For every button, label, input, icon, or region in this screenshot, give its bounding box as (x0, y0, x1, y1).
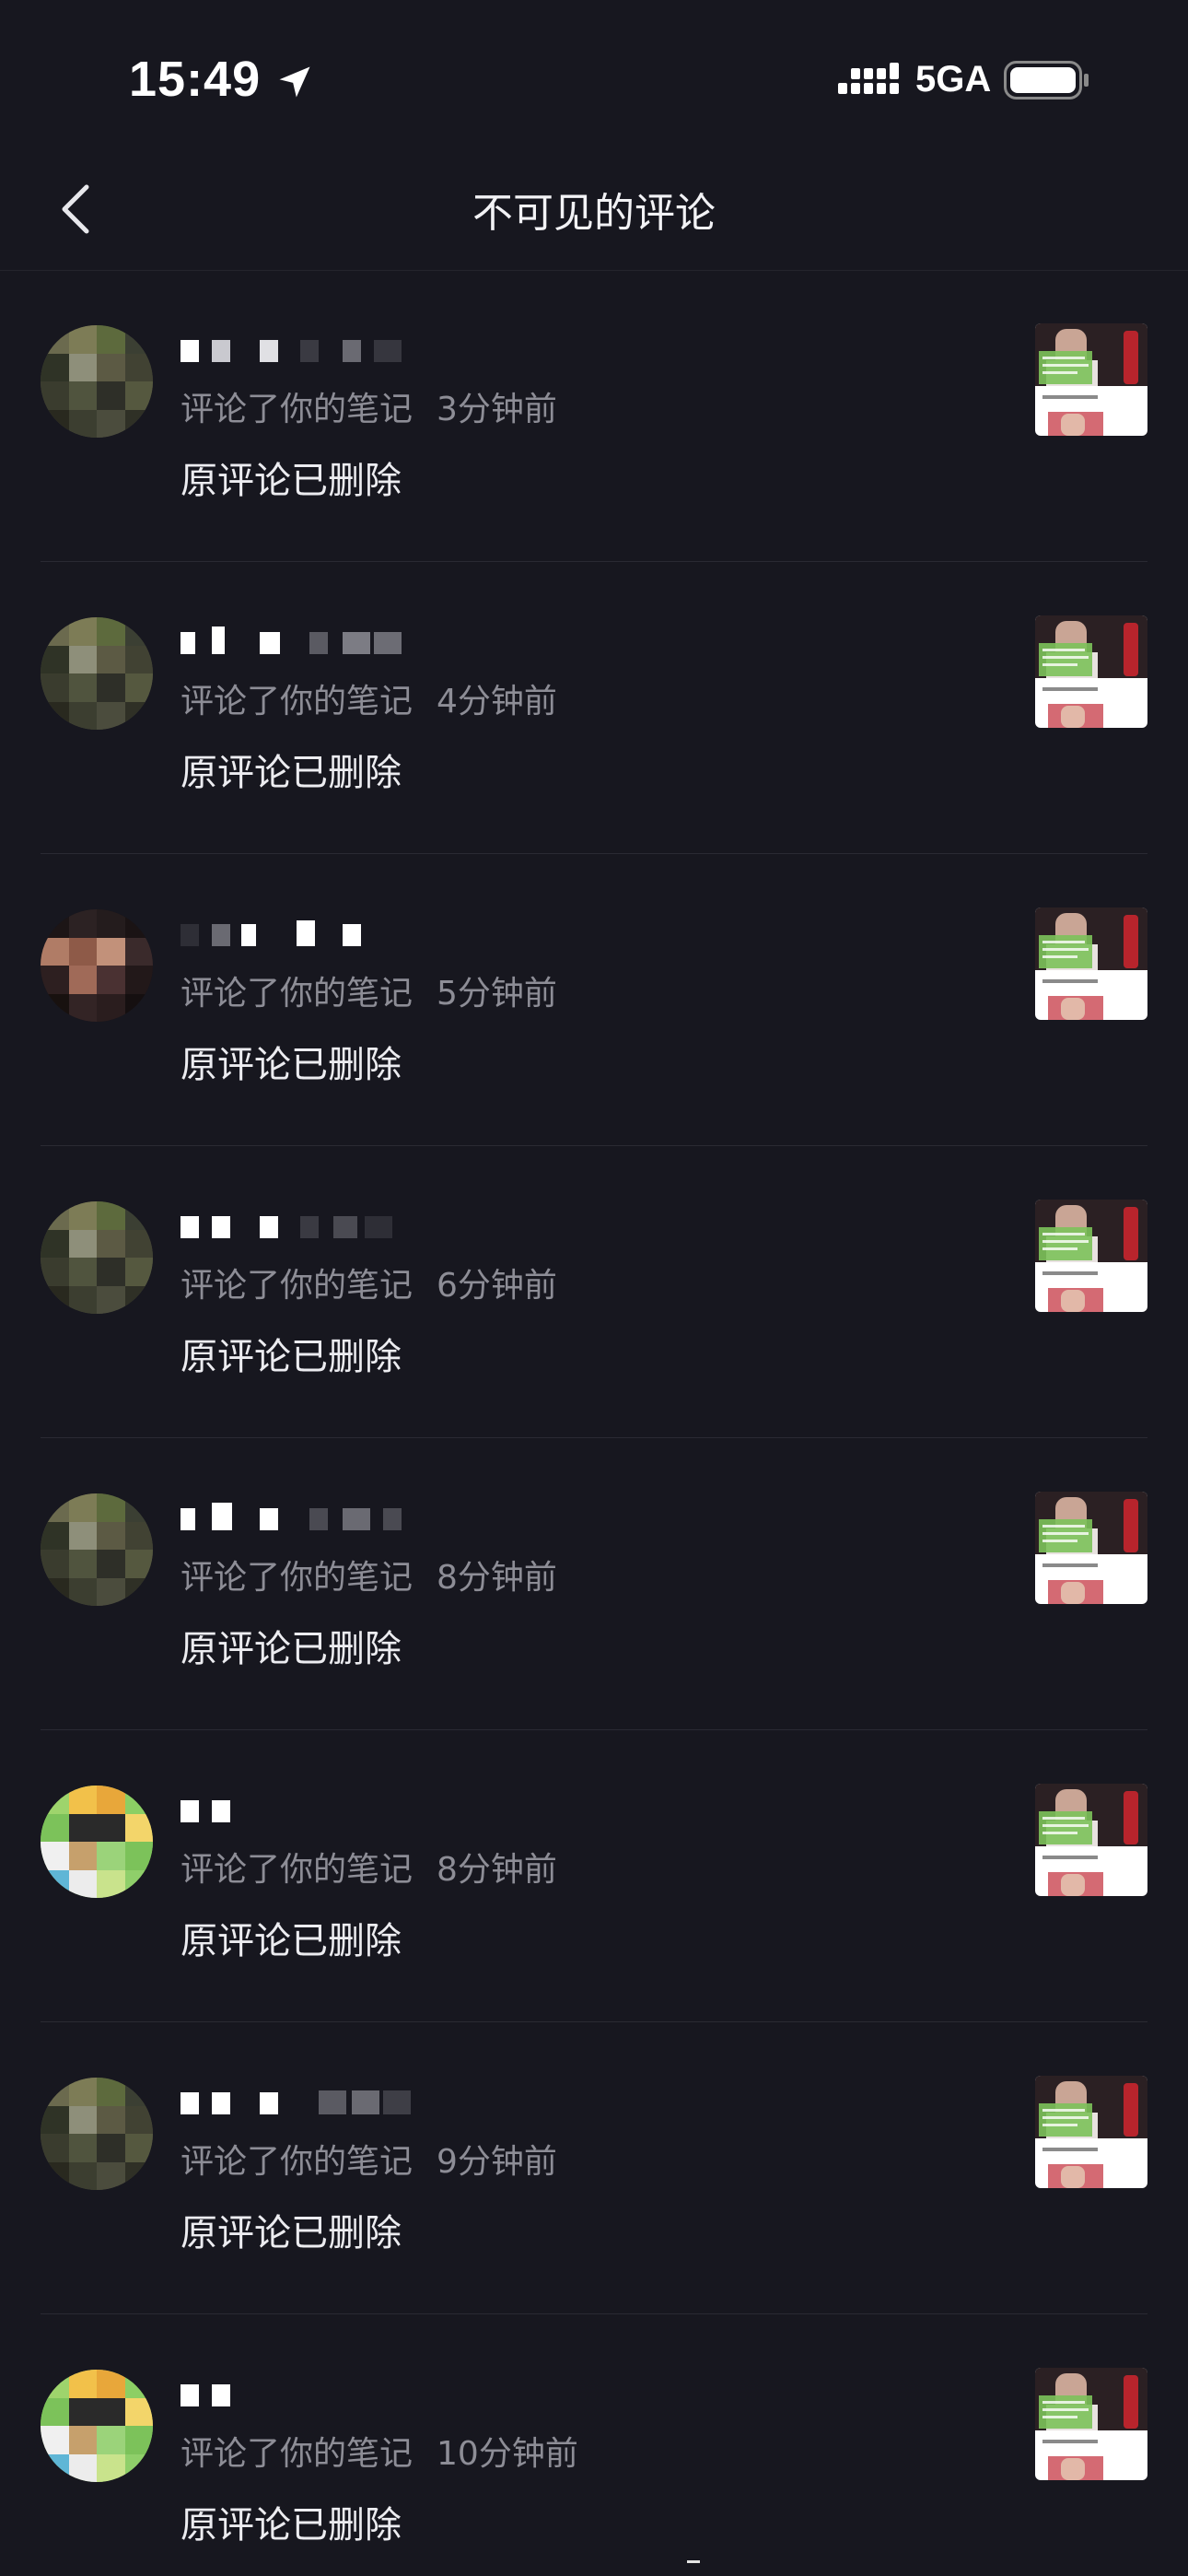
username-censored[interactable] (181, 2079, 475, 2120)
comment-content: 原评论已删除 (181, 1920, 402, 1962)
comment-time: 10分钟前 (437, 2435, 578, 2473)
comment-meta: 评论了你的笔记 10分钟前 (181, 2427, 578, 2475)
username-censored[interactable] (181, 911, 475, 952)
avatar[interactable] (41, 2370, 153, 2482)
page-title: 不可见的评论 (472, 190, 716, 237)
comment-content: 原评论已删除 (181, 1628, 402, 1670)
comment-time: 3分钟前 (437, 391, 557, 428)
comment-time: 9分钟前 (437, 2143, 557, 2181)
comment-time: 4分钟前 (437, 683, 557, 720)
network-type: 5GA (915, 59, 992, 100)
comment-item[interactable]: 评论了你的笔记 3分钟前 原评论已删除 (0, 270, 1188, 562)
note-thumbnail[interactable] (1035, 2076, 1147, 2188)
comment-item[interactable]: 评论了你的笔记 5分钟前 原评论已删除 (0, 854, 1188, 1146)
comment-action: 评论了你的笔记 (181, 975, 413, 1013)
username-censored[interactable] (181, 1787, 475, 1828)
username-censored[interactable] (181, 1495, 475, 1536)
avatar[interactable] (41, 1201, 153, 1314)
comment-content: 原评论已删除 (181, 752, 402, 794)
comment-action: 评论了你的笔记 (181, 2143, 413, 2181)
avatar[interactable] (41, 617, 153, 730)
nav-bar: 不可见的评论 (0, 161, 1188, 271)
comment-time: 5分钟前 (437, 975, 557, 1013)
comment-action: 评论了你的笔记 (181, 683, 413, 720)
comment-action: 评论了你的笔记 (181, 2435, 413, 2473)
home-indicator (687, 2560, 700, 2563)
comment-item[interactable]: 评论了你的笔记 9分钟前 原评论已删除 (0, 2022, 1188, 2314)
note-thumbnail[interactable] (1035, 1200, 1147, 1312)
comment-content: 原评论已删除 (181, 1336, 402, 1378)
avatar[interactable] (41, 2078, 153, 2190)
comment-content: 原评论已删除 (181, 460, 402, 502)
comment-meta: 评论了你的笔记 8分钟前 (181, 1843, 557, 1891)
location-arrow-icon (279, 66, 310, 98)
avatar[interactable] (41, 1493, 153, 1606)
battery-icon (1004, 61, 1089, 100)
comment-item[interactable]: 评论了你的笔记 4分钟前 原评论已删除 (0, 562, 1188, 854)
comment-action: 评论了你的笔记 (181, 1559, 413, 1597)
note-thumbnail[interactable] (1035, 907, 1147, 1020)
comment-content: 原评论已删除 (181, 2504, 402, 2547)
comment-time: 8分钟前 (437, 1559, 557, 1597)
avatar[interactable] (41, 325, 153, 438)
avatar[interactable] (41, 909, 153, 1022)
username-censored[interactable] (181, 619, 475, 660)
comment-meta: 评论了你的笔记 8分钟前 (181, 1551, 557, 1598)
comment-item[interactable]: 评论了你的笔记 8分钟前 原评论已删除 (0, 1438, 1188, 1730)
comment-item[interactable]: 评论了你的笔记 10分钟前 原评论已删除 (0, 2314, 1188, 2576)
comment-item[interactable]: 评论了你的笔记 6分钟前 原评论已删除 (0, 1146, 1188, 1438)
note-thumbnail[interactable] (1035, 323, 1147, 436)
status-time: 15:49 (129, 52, 262, 107)
comment-item[interactable]: 评论了你的笔记 8分钟前 原评论已删除 (0, 1730, 1188, 2022)
comment-content: 原评论已删除 (181, 2212, 402, 2254)
avatar[interactable] (41, 1786, 153, 1898)
signal-bars-icon (838, 63, 899, 94)
username-censored[interactable] (181, 1203, 475, 1244)
username-censored[interactable] (181, 2371, 475, 2412)
comment-action: 评论了你的笔记 (181, 391, 413, 428)
comment-time: 6分钟前 (437, 1267, 557, 1305)
comment-action: 评论了你的笔记 (181, 1851, 413, 1889)
note-thumbnail[interactable] (1035, 615, 1147, 728)
note-thumbnail[interactable] (1035, 2368, 1147, 2480)
comment-meta: 评论了你的笔记 5分钟前 (181, 966, 557, 1014)
note-thumbnail[interactable] (1035, 1492, 1147, 1604)
comment-list[interactable]: 评论了你的笔记 3分钟前 原评论已删除 评论了你的笔记 4分钟前 原评论已删除 评论了你的笔… (0, 270, 1188, 2576)
comment-action: 评论了你的笔记 (181, 1267, 413, 1305)
comment-meta: 评论了你的笔记 6分钟前 (181, 1259, 557, 1306)
username-censored[interactable] (181, 327, 475, 368)
comment-meta: 评论了你的笔记 3分钟前 (181, 382, 557, 430)
comment-meta: 评论了你的笔记 4分钟前 (181, 674, 557, 722)
comment-time: 8分钟前 (437, 1851, 557, 1889)
comment-content: 原评论已删除 (181, 1044, 402, 1086)
note-thumbnail[interactable] (1035, 1784, 1147, 1896)
status-bar: 15:49 5GA (0, 0, 1188, 161)
comment-meta: 评论了你的笔记 9分钟前 (181, 2135, 557, 2183)
